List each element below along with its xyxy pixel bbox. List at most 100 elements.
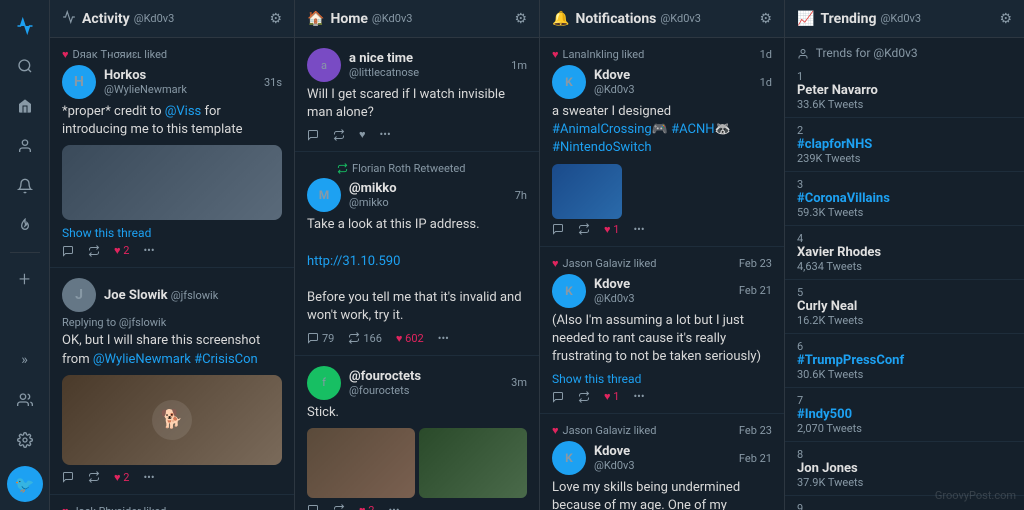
tweet-time: Feb 21 bbox=[739, 452, 772, 465]
retweet-action[interactable] bbox=[88, 471, 100, 483]
trend-name[interactable]: #TrumpPressConf bbox=[797, 353, 1012, 368]
notifications-column-handle: @Kd0v3 bbox=[660, 12, 701, 25]
more-action[interactable]: ••• bbox=[388, 504, 399, 510]
trending-column-body: Trends for @Kd0v3 1 Peter Navarro 33.6K … bbox=[785, 38, 1024, 510]
tweet-name: a nice time bbox=[349, 51, 511, 66]
tweet-handle: @WylieNewmark bbox=[104, 83, 264, 96]
like-action[interactable]: ♥ 2 bbox=[114, 471, 129, 484]
trend-name[interactable]: #Indy500 bbox=[797, 407, 1012, 422]
notifications-column-body: ♥ LanaInkling liked 1d K Kdove @Kd0v3 1d… bbox=[540, 38, 784, 510]
trend-tweets: 59.3K Tweets bbox=[797, 206, 1012, 219]
activity-nav-icon[interactable] bbox=[7, 8, 43, 44]
tweet-content: Love my skills being undermined because … bbox=[552, 479, 772, 510]
home-nav-icon[interactable] bbox=[7, 88, 43, 124]
mention-link[interactable]: @Viss bbox=[165, 104, 202, 119]
ip-link[interactable]: http://31.10.590 bbox=[307, 254, 400, 269]
trend-name[interactable]: Jon Jones bbox=[797, 461, 1012, 476]
trend-rank: 6 bbox=[797, 340, 1012, 353]
mention-link[interactable]: @WylieNewmark bbox=[93, 352, 191, 367]
home-column-settings[interactable]: ⚙ bbox=[514, 11, 527, 27]
trend-name[interactable]: Xavier Rhodes bbox=[797, 245, 1012, 260]
more-action[interactable]: ••• bbox=[633, 223, 644, 236]
forward-nav-icon[interactable]: » bbox=[7, 342, 43, 378]
activity-column-settings[interactable]: ⚙ bbox=[269, 11, 282, 27]
tweet-image-right bbox=[419, 428, 527, 498]
search-nav-icon[interactable] bbox=[7, 48, 43, 84]
notifications-nav-icon[interactable] bbox=[7, 168, 43, 204]
trend-rank: 8 bbox=[797, 448, 1012, 461]
like-action[interactable]: ♥ 1 bbox=[604, 390, 619, 403]
retweet-action[interactable] bbox=[333, 129, 345, 141]
people-nav-icon[interactable] bbox=[7, 382, 43, 418]
fire-nav-icon[interactable] bbox=[7, 208, 43, 244]
add-column-icon[interactable]: + bbox=[7, 261, 43, 297]
reply-action[interactable] bbox=[62, 245, 74, 257]
tweet-actions: ♥ 1 ••• bbox=[552, 390, 772, 403]
notifications-column-title: Notifications bbox=[575, 11, 656, 27]
tweet-actions: ♥ 2 ••• bbox=[62, 471, 282, 484]
trending-column-settings[interactable]: ⚙ bbox=[999, 11, 1012, 27]
reply-action[interactable] bbox=[307, 129, 319, 141]
retweet-action[interactable]: 166 bbox=[348, 332, 382, 345]
reply-action[interactable]: 79 bbox=[307, 332, 334, 345]
trend-name[interactable]: Peter Navarro bbox=[797, 83, 1012, 98]
like-action[interactable]: ♥ bbox=[359, 128, 366, 141]
more-action[interactable]: ••• bbox=[380, 128, 391, 141]
tweet-actions: ♥ 2 ••• bbox=[62, 244, 282, 257]
trend-rank: 9 bbox=[797, 502, 1012, 510]
tweet-handle: @Kd0v3 bbox=[594, 83, 760, 96]
home-column: 🏠 Home @Kd0v3 ⚙ a a nice time @littlecat… bbox=[295, 0, 540, 510]
tweet-content: a sweater I designed #AnimalCrossing🎮 #A… bbox=[552, 103, 772, 158]
retweet-action[interactable] bbox=[578, 223, 590, 235]
tweet-actions: ♥ ••• bbox=[307, 128, 527, 141]
settings-nav-icon[interactable] bbox=[7, 422, 43, 458]
home-column-handle: @Kd0v3 bbox=[372, 12, 413, 25]
show-thread-link[interactable]: Show this thread bbox=[62, 226, 282, 240]
like-action[interactable]: ♥ 602 bbox=[396, 332, 424, 345]
retweet-action[interactable] bbox=[88, 245, 100, 257]
trend-name[interactable]: Curly Neal bbox=[797, 299, 1012, 314]
show-thread-link[interactable]: Show this thread bbox=[552, 372, 772, 386]
trend-name[interactable]: #clapforNHS bbox=[797, 137, 1012, 152]
more-action[interactable]: ••• bbox=[438, 332, 449, 345]
reply-action[interactable] bbox=[552, 391, 564, 403]
trend-tweets: 37.9K Tweets bbox=[797, 476, 1012, 489]
liked-by-label: ♥ Jack Rhysider liked bbox=[62, 505, 282, 510]
retweet-action[interactable] bbox=[333, 504, 345, 510]
notifications-column-settings[interactable]: ⚙ bbox=[759, 11, 772, 27]
tweet-name: Kdove bbox=[594, 444, 739, 459]
notification-item: ♥ Jason Galaviz liked Feb 23 K Kdove @Kd… bbox=[540, 247, 784, 415]
tweet-header: H Horkos @WylieNewmark 31s bbox=[62, 65, 282, 99]
trend-tweets: 30.6K Tweets bbox=[797, 368, 1012, 381]
hashtag-link[interactable]: #CrisisCon bbox=[194, 352, 258, 367]
reply-action[interactable] bbox=[552, 223, 564, 235]
twitter-nav-icon[interactable]: 🐦 bbox=[7, 466, 43, 502]
tweet-content: Will I get scared if I watch invisible m… bbox=[307, 86, 527, 122]
trending-column-icon: 📈 bbox=[797, 11, 814, 27]
reply-action[interactable] bbox=[62, 471, 74, 483]
like-action[interactable]: ♥ 2 bbox=[114, 244, 129, 257]
tweet-actions: ♥ 2 ••• bbox=[307, 504, 527, 510]
more-action[interactable]: ••• bbox=[633, 390, 644, 403]
hashtag-link[interactable]: #NintendoSwitch bbox=[552, 140, 652, 155]
retweet-action[interactable] bbox=[578, 391, 590, 403]
hashtag-link[interactable]: #ACNH bbox=[671, 122, 714, 137]
trend-tweets: 239K Tweets bbox=[797, 152, 1012, 165]
activity-column-handle: @Kd0v3 bbox=[134, 12, 175, 25]
tweet-handle: @fouroctets bbox=[349, 384, 511, 397]
dog-image-placeholder: 🐕 bbox=[152, 400, 192, 440]
tweet-content: OK, but I will share this screenshot fro… bbox=[62, 332, 282, 368]
like-action[interactable]: ♥ 1 bbox=[604, 223, 619, 236]
like-action[interactable]: ♥ 2 bbox=[359, 504, 374, 510]
tweet-actions: ♥ 1 ••• bbox=[552, 223, 772, 236]
home-column-body: a a nice time @littlecatnose 1m Will I g… bbox=[295, 38, 539, 510]
activity-column-header: Activity @Kd0v3 ⚙ bbox=[50, 0, 294, 38]
trend-name[interactable]: #CoronaVillains bbox=[797, 191, 1012, 206]
hashtag-link[interactable]: #AnimalCrossing bbox=[552, 122, 652, 137]
reply-action[interactable] bbox=[307, 504, 319, 510]
profile-nav-icon[interactable] bbox=[7, 128, 43, 164]
notif-image bbox=[552, 164, 622, 219]
avatar: H bbox=[62, 65, 96, 99]
more-action[interactable]: ••• bbox=[143, 471, 154, 484]
more-action[interactable]: ••• bbox=[143, 244, 154, 257]
